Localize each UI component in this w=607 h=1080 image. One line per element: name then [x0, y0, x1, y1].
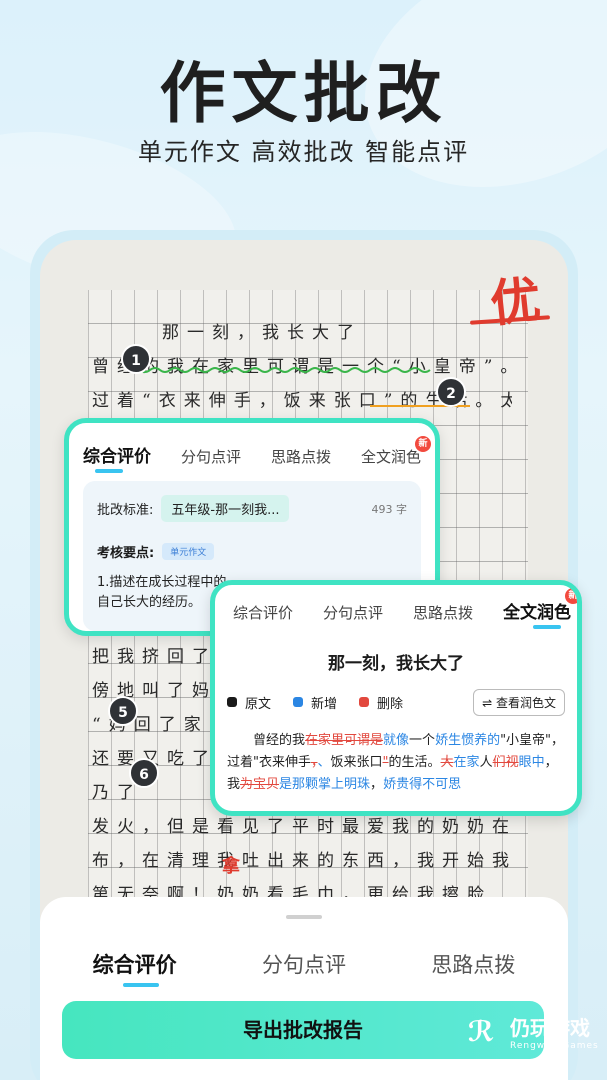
- correction-mark: 拿: [222, 856, 240, 877]
- key-points-row: 考核要点: 单元作文: [97, 542, 407, 561]
- deleted-text: 为宝贝: [240, 777, 280, 792]
- legend-dot: [359, 697, 370, 707]
- standard-chip[interactable]: 五年级-那一刻我...: [161, 495, 290, 522]
- word-count: 493 字: [371, 502, 408, 516]
- essay-row: 布，在清理我吐出来的东西，我开始我已: [92, 851, 512, 871]
- watermark-sub: Rengwan Games: [510, 1041, 599, 1051]
- added-text: 娇贵得不可思: [383, 777, 462, 792]
- added-text: 是那颗掌上明珠: [279, 777, 371, 792]
- essay-row: 那一刻，我长大了: [162, 323, 362, 343]
- card-tabs: 综合评价 分句点评 思路点拨 全文润色 新: [69, 423, 435, 481]
- added-text: 、: [317, 755, 331, 770]
- deleted-text: 在家里可谓是: [305, 733, 384, 748]
- original-text: 饭来张口: [330, 755, 383, 770]
- legend-label: 新增: [311, 696, 338, 712]
- tab-ideas[interactable]: 思路点拨: [271, 446, 331, 481]
- tab-ideas[interactable]: 思路点拨: [413, 602, 473, 633]
- legend-added: 新增: [293, 693, 337, 712]
- view-polished-button[interactable]: ⇌ 查看润色文: [473, 688, 565, 716]
- unit-essay-chip: 单元作文: [162, 543, 215, 560]
- original-text: 一个: [409, 733, 436, 748]
- legend-original: 原文: [227, 693, 271, 712]
- tab-comprehensive[interactable]: 综合评价: [233, 602, 293, 633]
- new-badge: 新: [415, 436, 432, 452]
- diff-legend: 原文 新增 删除 ⇌ 查看润色文: [215, 688, 577, 716]
- key-points-label: 考核要点:: [97, 546, 155, 561]
- watermark-logo-icon: ℛ: [468, 1014, 495, 1048]
- standard-row: 批改标准: 五年级-那一刻我... 493 字: [97, 495, 407, 522]
- legend-dot: [293, 697, 304, 707]
- watermark: ℛ 仍玩游戏 Rengwan Games: [468, 1012, 599, 1052]
- sheet-handle[interactable]: [286, 915, 322, 919]
- original-text: 人: [479, 755, 493, 770]
- correction-underlines: [130, 367, 470, 407]
- added-text: 眼中: [518, 755, 545, 770]
- added-text: 就像: [383, 733, 410, 748]
- tab-polish-label: 全文润色: [503, 603, 572, 623]
- essay-title: 那一刻，我长大了: [328, 654, 464, 674]
- tab-sentence[interactable]: 分句点评: [181, 446, 241, 481]
- tab-polish[interactable]: 全文润色 新: [503, 588, 577, 633]
- grade-mark: 优: [487, 270, 544, 334]
- original-text: ，: [370, 777, 384, 792]
- legend-label: 删除: [377, 696, 404, 712]
- tab-polish-label: 全文润色: [361, 448, 422, 466]
- polished-essay: 曾经的我在家里可谓是就像一个娇生惯养的"小皇帝"，过着"衣来伸手，、饭来张口"的…: [215, 716, 577, 796]
- sheet-tabs: 综合评价 分句点评 思路点拨: [40, 949, 568, 987]
- tab-comprehensive[interactable]: 综合评价: [83, 442, 151, 481]
- bottom-sheet: 综合评价 分句点评 思路点拨 导出批改报告: [40, 897, 568, 1080]
- added-text: 娇生惯养的: [435, 733, 501, 748]
- annotation-marker[interactable]: 2: [436, 377, 466, 407]
- original-text: 曾经的我: [253, 733, 306, 748]
- watermark-name: 仍玩游戏: [510, 1016, 590, 1040]
- tab-sentence[interactable]: 分句点评: [262, 949, 346, 979]
- legend-label: 原文: [245, 696, 272, 712]
- hero-subtitle: 单元作文 高效批改 智能点评: [137, 138, 470, 166]
- standard-label: 批改标准:: [97, 503, 154, 518]
- tab-ideas[interactable]: 思路点拨: [431, 949, 515, 979]
- tab-polish[interactable]: 全文润色 新: [361, 436, 432, 481]
- full-polish-card: 综合评价 分句点评 思路点拨 全文润色 新 那一刻，我长大了 原文 新增 删除 …: [210, 580, 582, 816]
- watermark-text: 仍玩游戏 Rengwan Games: [510, 1012, 599, 1051]
- annotation-marker[interactable]: 1: [121, 344, 151, 374]
- new-badge: 新: [565, 588, 577, 604]
- wave-underline: [130, 367, 431, 373]
- tab-comprehensive[interactable]: 综合评价: [93, 949, 177, 987]
- deleted-text: 们视: [492, 755, 519, 770]
- legend-deleted: 删除: [359, 693, 403, 712]
- annotation-marker[interactable]: 6: [129, 758, 159, 788]
- hero-title: 作文批改: [159, 55, 448, 132]
- original-text: 的生活。: [388, 755, 441, 770]
- annotation-marker[interactable]: 5: [108, 696, 138, 726]
- deleted-text: 大: [440, 755, 454, 770]
- added-text: 在家: [453, 755, 480, 770]
- tab-sentence[interactable]: 分句点评: [323, 602, 383, 633]
- card-tabs: 综合评价 分句点评 思路点拨 全文润色 新: [215, 585, 577, 633]
- legend-dot: [227, 697, 237, 707]
